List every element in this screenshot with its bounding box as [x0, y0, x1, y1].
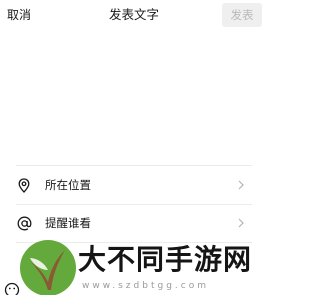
watermark-title: 大不同手游网: [78, 243, 253, 276]
post-text-input[interactable]: [14, 36, 254, 160]
publish-button[interactable]: 发表: [222, 3, 262, 27]
location-label: 所在位置: [45, 178, 91, 192]
location-pin-icon: [16, 177, 32, 193]
at-sign-icon: [16, 215, 32, 231]
compose-post-screen: 取消 发表文字 发表 所在位置 提醒谁看 大不同手游网 www.szdbtgg.…: [0, 0, 268, 295]
watermark: 大不同手游网 www.szdbtgg.com: [12, 240, 268, 295]
mention-label: 提醒谁看: [45, 216, 91, 230]
watermark-url: www.szdbtgg.com: [82, 281, 209, 291]
location-row[interactable]: 所在位置: [16, 166, 252, 204]
chevron-right-icon: [236, 217, 246, 229]
mention-row[interactable]: 提醒谁看: [16, 204, 252, 242]
chevron-right-icon: [236, 179, 246, 191]
header-bar: 取消 发表文字 发表: [0, 0, 268, 32]
watermark-logo: [20, 240, 76, 295]
